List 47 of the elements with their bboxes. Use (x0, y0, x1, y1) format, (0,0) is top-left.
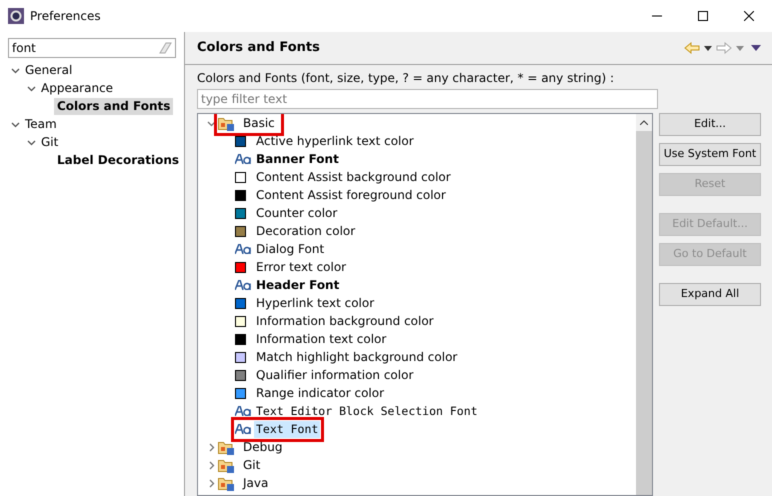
tree-item[interactable]: Label Decorations (54, 152, 182, 168)
tree-item[interactable]: Banner Font (254, 150, 341, 168)
window-title: Preferences (30, 8, 101, 25)
close-icon (744, 11, 754, 21)
tree-item[interactable]: Colors and Fonts (54, 98, 174, 114)
tree-item[interactable]: General (22, 62, 76, 78)
menu-caret-icon[interactable] (751, 45, 761, 51)
eraser-icon[interactable] (158, 42, 172, 54)
tree-item[interactable]: Information text color (254, 330, 388, 348)
tree-item[interactable]: Content Assist background color (254, 168, 453, 186)
tree-item[interactable]: Git (241, 456, 262, 474)
tree-item[interactable]: Hyperlink text color (254, 294, 376, 312)
page-title: Colors and Fonts (197, 39, 320, 58)
tree-item[interactable]: Range indicator color (254, 384, 386, 402)
action-button[interactable]: Edit... (659, 113, 761, 136)
app-icon (8, 8, 24, 24)
tree-item[interactable]: Team (22, 116, 60, 132)
scroll-up-icon[interactable] (640, 120, 648, 125)
folder-icon (218, 440, 235, 454)
description-text: Colors and Fonts (font, size, type, ? = any character, * = any string) : (197, 70, 616, 87)
tree-item[interactable]: Java (241, 474, 270, 492)
folder-icon (218, 476, 235, 490)
tree-item[interactable]: Active hyperlink text color (254, 132, 416, 150)
tree-item[interactable]: Content Assist foreground color (254, 186, 448, 204)
tree-item[interactable]: Decoration color (254, 222, 358, 240)
filter-field[interactable]: font (8, 38, 176, 58)
tree-item[interactable]: Git (38, 134, 62, 150)
scrollbar[interactable] (635, 114, 652, 495)
tree-item[interactable]: Counter color (254, 204, 340, 222)
tree-item[interactable]: Information background color (254, 312, 436, 330)
maximize-icon (698, 11, 708, 21)
dropdown-caret-icon[interactable] (704, 46, 712, 50)
tree-item[interactable]: Error text color (254, 258, 348, 276)
tree-item[interactable]: Qualifier information color (254, 366, 416, 384)
tree-item[interactable]: Text Editor Block Selection Font (254, 402, 480, 420)
action-button[interactable]: Expand All (659, 283, 761, 306)
tree-item[interactable]: Header Font (254, 276, 342, 294)
filter-field[interactable]: type filter text (197, 89, 658, 109)
folder-icon (218, 116, 235, 130)
folder-icon (218, 458, 235, 472)
tree-item[interactable]: Dialog Font (254, 240, 326, 258)
tree-item[interactable]: Debug (241, 438, 284, 456)
tree-item[interactable]: Text Font (254, 420, 320, 438)
tree-item[interactable]: Match highlight background color (254, 348, 460, 366)
action-button[interactable]: Use System Font (659, 143, 761, 166)
tree-item[interactable]: Appearance (38, 80, 116, 96)
tree-item[interactable]: Basic (241, 114, 277, 132)
